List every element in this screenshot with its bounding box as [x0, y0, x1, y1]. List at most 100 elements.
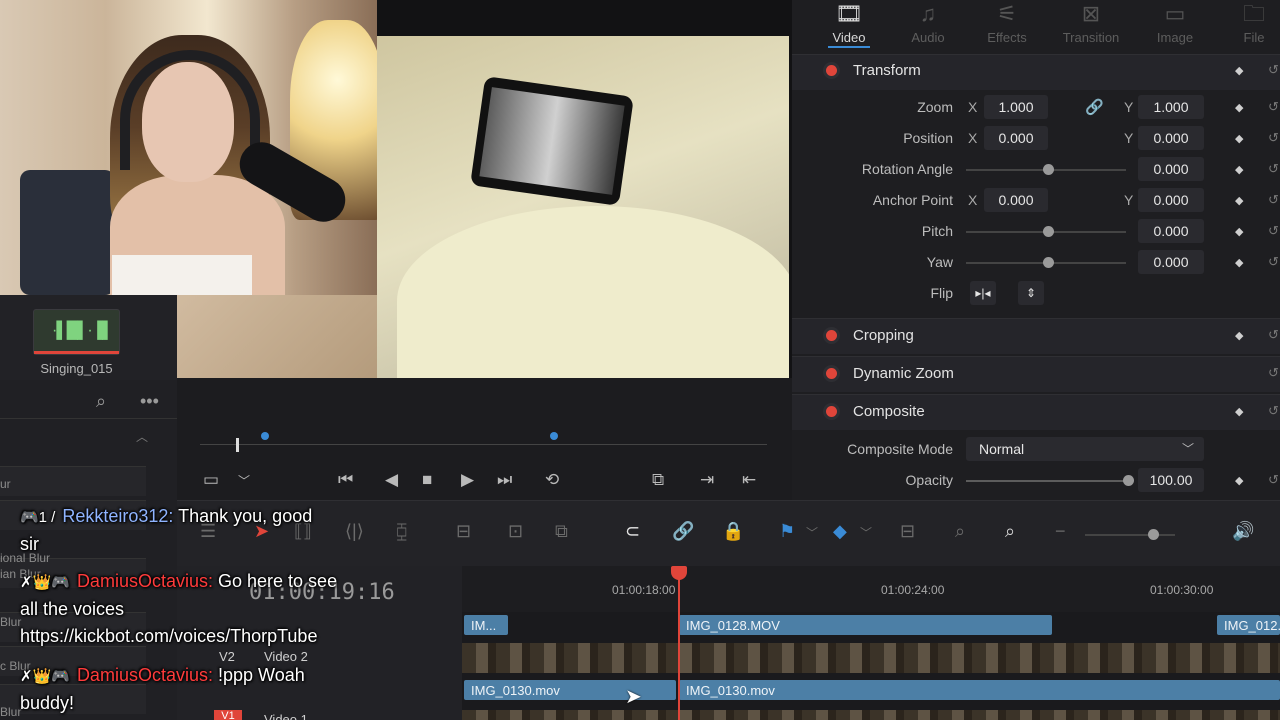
- reset-icon[interactable]: ↺: [1268, 365, 1279, 381]
- chevron-down-icon[interactable]: ﹀: [860, 524, 872, 541]
- tab-video[interactable]: 🎞 Video: [814, 0, 884, 45]
- composite-mode-select[interactable]: Normal ﹀: [966, 437, 1204, 461]
- opacity-slider[interactable]: [966, 480, 1126, 482]
- scrubber-handle[interactable]: [236, 438, 239, 452]
- zoom-x-field[interactable]: 1.000: [984, 95, 1048, 119]
- reset-icon[interactable]: ↺: [1268, 99, 1279, 115]
- overwrite-clip-icon[interactable]: ⊡: [508, 521, 523, 542]
- chat-text: https://kickbot.com/voices/ThorpTube: [20, 626, 318, 646]
- snapping-icon[interactable]: ⊂: [625, 521, 640, 542]
- yaw-field[interactable]: 0.000: [1138, 250, 1204, 274]
- tab-image[interactable]: ▭ Image: [1140, 0, 1210, 45]
- timeline-zoom-slider[interactable]: [1085, 534, 1175, 536]
- insert-clip-icon[interactable]: ⊟: [456, 521, 471, 542]
- full-extent-zoom-icon[interactable]: ⊟: [900, 521, 915, 542]
- keyframe-icon[interactable]: ◆: [1235, 132, 1243, 145]
- chevron-down-icon[interactable]: ﹀: [238, 472, 250, 489]
- replace-clip-icon[interactable]: ⧉: [555, 521, 568, 542]
- opacity-slider-knob[interactable]: [1123, 475, 1134, 486]
- play-icon[interactable]: ▶: [461, 470, 474, 490]
- search-icon[interactable]: ⌕: [96, 391, 106, 412]
- flag-icon[interactable]: ⚑: [779, 521, 795, 542]
- position-y-field[interactable]: 0.000: [1138, 126, 1204, 150]
- tab-file[interactable]: 🗀 File: [1219, 0, 1280, 45]
- keyframe-icon[interactable]: ◆: [1235, 474, 1243, 487]
- anchor-y-field[interactable]: 0.000: [1138, 188, 1204, 212]
- keyframe-icon[interactable]: ◆: [1235, 405, 1243, 418]
- media-thumbnail[interactable]: ·▌█▌·▐▌: [33, 309, 120, 355]
- effect-label: ur: [0, 477, 11, 491]
- marker-icon[interactable]: ◆: [833, 521, 847, 542]
- loop-icon[interactable]: ⟲: [545, 470, 559, 490]
- tab-transition[interactable]: ⊠ Transition: [1056, 0, 1126, 45]
- keyframe-icon[interactable]: ◆: [1235, 329, 1243, 342]
- axis-label: X: [968, 192, 978, 208]
- detail-zoom-icon[interactable]: ⌕: [955, 521, 965, 542]
- effect-row[interactable]: [0, 466, 146, 496]
- timeline-clip[interactable]: IMG_0130.mov: [464, 680, 676, 700]
- custom-zoom-icon[interactable]: ⌕: [1005, 521, 1015, 542]
- speaker-icon[interactable]: 🔊: [1232, 521, 1254, 542]
- opacity-field[interactable]: 100.00: [1138, 468, 1204, 492]
- timeline-zoom-knob[interactable]: [1148, 529, 1159, 540]
- enable-toggle[interactable]: [826, 368, 837, 379]
- link-icon[interactable]: 🔗: [1085, 98, 1104, 116]
- rotation-slider-knob[interactable]: [1043, 164, 1054, 175]
- clip-filmstrip[interactable]: [462, 710, 1280, 720]
- reset-icon[interactable]: ↺: [1268, 223, 1279, 239]
- keyframe-icon[interactable]: ◆: [1235, 256, 1243, 269]
- timeline-clip[interactable]: IMG_012...: [1217, 615, 1280, 635]
- enable-toggle[interactable]: [826, 65, 837, 76]
- step-back-icon[interactable]: ◀: [385, 470, 398, 490]
- reset-icon[interactable]: ↺: [1268, 130, 1279, 146]
- yaw-slider-knob[interactable]: [1043, 257, 1054, 268]
- scrubber-track[interactable]: [200, 444, 767, 445]
- chevron-down-icon[interactable]: ﹀: [806, 524, 818, 541]
- reset-icon[interactable]: ↺: [1268, 327, 1279, 343]
- viewer-size-icon[interactable]: ▭: [203, 470, 219, 490]
- flip-horizontal-icon[interactable]: ▸|◂: [970, 281, 996, 305]
- match-frame-icon[interactable]: ⧉: [652, 470, 664, 490]
- reset-icon[interactable]: ↺: [1268, 472, 1279, 488]
- reset-icon[interactable]: ↺: [1268, 192, 1279, 208]
- viewer-frame: [377, 36, 789, 378]
- rotation-field[interactable]: 0.000: [1138, 157, 1204, 181]
- reset-icon[interactable]: ↺: [1268, 62, 1279, 78]
- anchor-x-field[interactable]: 0.000: [984, 188, 1048, 212]
- next-edit-icon[interactable]: ⇥: [700, 470, 714, 490]
- keyframe-icon[interactable]: ◆: [1235, 101, 1243, 114]
- position-lock-icon[interactable]: 🔒: [722, 521, 744, 542]
- zoom-y-field[interactable]: 1.000: [1138, 95, 1204, 119]
- position-x-field[interactable]: 0.000: [984, 126, 1048, 150]
- tab-effects[interactable]: ⚟ Effects: [972, 0, 1042, 45]
- previous-edit-icon[interactable]: ⇤: [742, 470, 756, 490]
- keyframe-icon[interactable]: ◆: [1235, 64, 1243, 77]
- chevron-up-icon[interactable]: ︿: [136, 428, 148, 445]
- reset-icon[interactable]: ↺: [1268, 254, 1279, 270]
- stop-icon[interactable]: ■: [422, 470, 432, 490]
- chat-badges: 🎮1 /: [20, 509, 56, 526]
- go-to-end-icon[interactable]: ⏭: [497, 470, 512, 490]
- playhead[interactable]: [678, 566, 680, 720]
- timeline-clip[interactable]: IMG_0128.MOV: [679, 615, 1052, 635]
- go-to-start-icon[interactable]: ⏮: [338, 470, 353, 490]
- in-marker[interactable]: [261, 432, 269, 440]
- pitch-slider-knob[interactable]: [1043, 226, 1054, 237]
- keyframe-icon[interactable]: ◆: [1235, 225, 1243, 238]
- timeline-clip[interactable]: IM...: [464, 615, 508, 635]
- enable-toggle[interactable]: [826, 406, 837, 417]
- zoom-out-icon[interactable]: −: [1055, 521, 1066, 542]
- reset-icon[interactable]: ↺: [1268, 403, 1279, 419]
- keyframe-icon[interactable]: ◆: [1235, 163, 1243, 176]
- tab-audio[interactable]: ♫ Audio: [893, 0, 963, 45]
- enable-toggle[interactable]: [826, 330, 837, 341]
- pitch-field[interactable]: 0.000: [1138, 219, 1204, 243]
- timeline-clip[interactable]: IMG_0130.mov: [679, 680, 1280, 700]
- linked-selection-icon[interactable]: 🔗: [672, 521, 694, 542]
- out-marker[interactable]: [550, 432, 558, 440]
- flip-vertical-icon[interactable]: ⇕: [1018, 281, 1044, 305]
- keyframe-icon[interactable]: ◆: [1235, 194, 1243, 207]
- more-options-icon[interactable]: •••: [140, 391, 159, 412]
- clip-filmstrip[interactable]: [462, 643, 1280, 673]
- reset-icon[interactable]: ↺: [1268, 161, 1279, 177]
